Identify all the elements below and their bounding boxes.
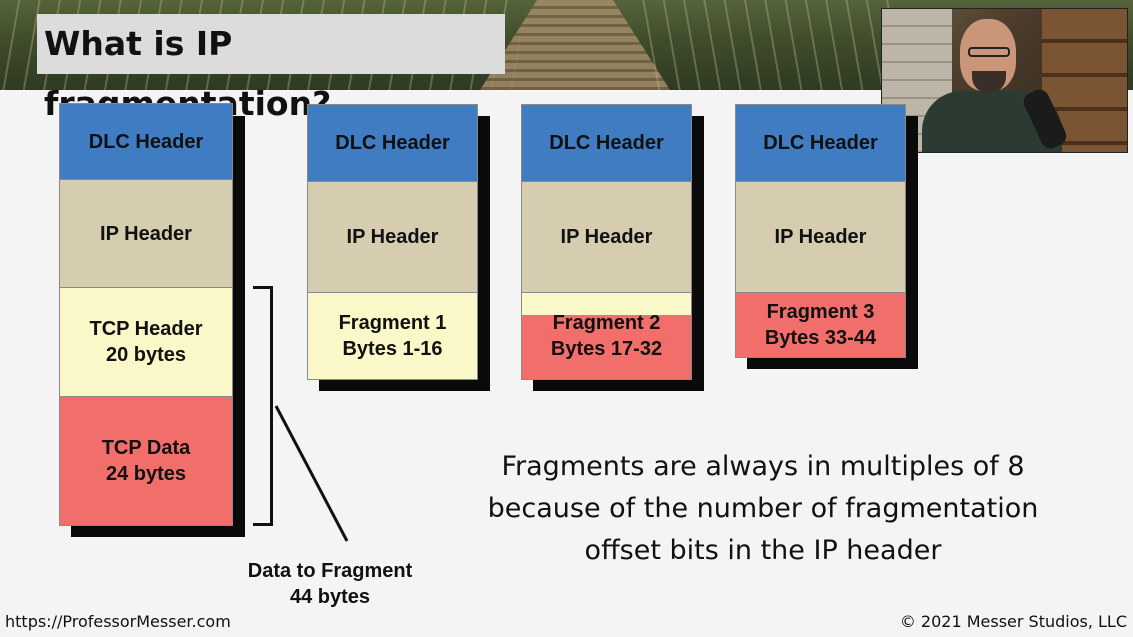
fragment-1-ip-label: IP Header xyxy=(346,226,439,248)
footer-url[interactable]: https://ProfessorMesser.com xyxy=(5,612,231,631)
fragment-1-dlc-label: DLC Header xyxy=(335,132,450,154)
fragment-note: Fragments are always in multiples of 8 b… xyxy=(487,451,1039,566)
fragment-3-dlc-header: DLC Header xyxy=(735,104,906,182)
fragment-2-data: Fragment 2 Bytes 17-32 xyxy=(521,292,692,380)
footer-copyright: © 2021 Messer Studios, LLC xyxy=(899,612,1127,631)
fragment-1-ip-header: IP Header xyxy=(307,181,478,293)
fragment-1-data-label: Fragment 1 Bytes 1-16 xyxy=(338,312,447,360)
tcp-header-block: TCP Header 20 bytes xyxy=(59,287,233,397)
fragment-1-data: Fragment 1 Bytes 1-16 xyxy=(307,292,478,380)
data-to-fragment-label: Data to Fragment 44 bytes xyxy=(247,560,413,608)
fragment-2-ip-header: IP Header xyxy=(521,181,692,293)
fragment-1-dlc-header: DLC Header xyxy=(307,104,478,182)
tcp-data-block: TCP Data 24 bytes xyxy=(59,396,233,526)
fragment-3-ip-label: IP Header xyxy=(774,226,867,248)
fragment-3-data: Fragment 3 Bytes 33-44 xyxy=(735,292,906,358)
tcp-data-label: TCP Data 24 bytes xyxy=(101,437,191,485)
fragment-2-dlc-header: DLC Header xyxy=(521,104,692,182)
original-dlc-header: DLC Header xyxy=(59,103,233,180)
presenter-glasses xyxy=(968,47,1010,57)
fragment-2-ip-label: IP Header xyxy=(560,226,653,248)
original-ip-header: IP Header xyxy=(59,179,233,288)
presenter-webcam xyxy=(881,8,1128,153)
fragment-3-dlc-label: DLC Header xyxy=(763,132,878,154)
fragment-2-data-label: Fragment 2 Bytes 17-32 xyxy=(550,312,663,360)
slide-title: What is IP fragmentation? xyxy=(37,14,505,123)
fragment-2-dlc-label: DLC Header xyxy=(549,132,664,154)
data-bracket xyxy=(253,286,273,526)
rope-bridge-image-right xyxy=(640,0,900,90)
fragment-3-data-label: Fragment 3 Bytes 33-44 xyxy=(764,301,877,349)
original-dlc-header-label: DLC Header xyxy=(88,130,204,153)
original-ip-header-label: IP Header xyxy=(100,222,192,245)
fragment-3-ip-header: IP Header xyxy=(735,181,906,293)
tcp-header-label: TCP Header 20 bytes xyxy=(89,318,203,366)
